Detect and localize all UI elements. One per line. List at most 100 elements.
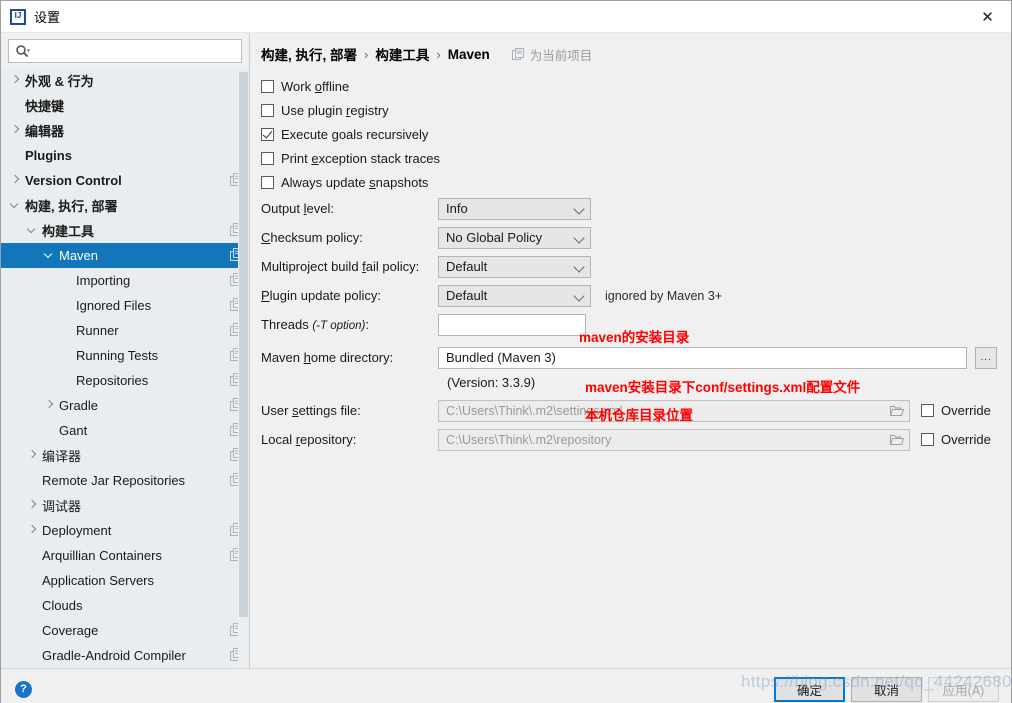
sidebar-item-repositories[interactable]: Repositories [1, 368, 249, 393]
sidebar-item-label: Gant [59, 423, 88, 438]
local-repository-path-field[interactable]: C:\Users\Think\.m2\repository [438, 428, 910, 451]
sidebar-item-构建工具[interactable]: 构建工具 [1, 218, 249, 243]
chevron-down-icon[interactable] [9, 199, 22, 212]
sidebar-item-编译器[interactable]: 编译器 [1, 443, 249, 468]
sidebar-item-clouds[interactable]: Clouds [1, 593, 249, 618]
checkbox-use-plugin-registry-box[interactable] [261, 103, 274, 117]
plugin-update-policy-hint: ignored by Maven 3+ [605, 288, 723, 303]
sidebar-item-label: 编辑器 [25, 124, 65, 139]
output-level-row: Output level: Info [261, 194, 997, 223]
help-icon[interactable]: ? [15, 680, 32, 698]
checkbox-work-offline[interactable]: Work offline [261, 74, 997, 98]
plugin-update-policy-combo[interactable]: Default [438, 284, 591, 307]
sidebar-item-调试器[interactable]: 调试器 [1, 493, 249, 518]
breadcrumb-separator-icon: › [364, 46, 369, 62]
dialog-footer: ? 确定 取消 应用(A) [1, 668, 1011, 703]
chevron-down-icon [573, 260, 585, 273]
chevron-right-icon[interactable] [26, 499, 39, 512]
checkbox-work-offline-box[interactable] [261, 79, 274, 93]
local-repository-override[interactable]: Override [921, 432, 991, 447]
chevron-down-icon[interactable] [26, 224, 39, 237]
output-level-combo[interactable]: Info [438, 197, 591, 220]
sidebar-item-maven[interactable]: Maven [1, 243, 249, 268]
sidebar-item-coverage[interactable]: Coverage [1, 618, 249, 643]
breadcrumb-part-1[interactable]: 构建, 执行, 部署 [261, 44, 357, 64]
sidebar-item-plugins[interactable]: Plugins [1, 143, 249, 168]
chevron-right-icon[interactable] [9, 124, 22, 137]
user-settings-path-field[interactable]: C:\Users\Think\.m2\settings.xml [438, 399, 910, 422]
maven-home-combo[interactable]: Bundled (Maven 3) [438, 346, 968, 369]
sidebar-item-application-servers[interactable]: Application Servers [1, 568, 249, 593]
checkbox-print-exception-stack-traces[interactable]: Print exception stack traces [261, 146, 997, 170]
search-container [1, 33, 249, 68]
checkbox-execute-goals-recursively-label: Execute goals recursively [281, 126, 429, 142]
sidebar-scrollbar-thumb[interactable] [239, 72, 248, 617]
local-repository-override-checkbox[interactable] [921, 433, 934, 446]
search-box[interactable] [8, 39, 242, 63]
dialog-buttons: 确定 取消 应用(A) [774, 676, 999, 702]
sidebar-item-running-tests[interactable]: Running Tests [1, 343, 249, 368]
settings-tree: 外观 & 行为快捷键编辑器 Plugins Version Control 构建, 执… [1, 68, 249, 668]
sidebar-item-label: Application Servers [42, 573, 154, 588]
sidebar-item-arquillian-containers[interactable]: Arquillian Containers [1, 543, 249, 568]
chevron-right-icon[interactable] [9, 174, 22, 187]
sidebar-item-importing[interactable]: Importing [1, 268, 249, 293]
chevron-down-icon [573, 289, 585, 302]
checkbox-always-update-snapshots[interactable]: Always update snapshots [261, 170, 997, 194]
sidebar-item-编辑器[interactable]: 编辑器 [1, 118, 249, 143]
checkbox-execute-goals-recursively[interactable]: Execute goals recursively [261, 122, 997, 146]
sidebar-item-label: Version Control [25, 173, 122, 188]
sidebar-item-version-control[interactable]: Version Control [1, 168, 249, 193]
breadcrumb-separator-icon: › [436, 46, 441, 62]
user-settings-override[interactable]: Override [921, 403, 991, 418]
local-repository-row: Local repository: C:\Users\Think\.m2\rep… [261, 425, 997, 454]
chevron-right-icon[interactable] [26, 449, 39, 462]
checkbox-print-exception-stack-traces-label: Print exception stack traces [281, 150, 440, 166]
checksum-policy-combo[interactable]: No Global Policy [438, 226, 591, 249]
checkbox-always-update-snapshots-box[interactable] [261, 175, 274, 189]
multiproject-build-fail-policy-combo[interactable]: Default [438, 255, 591, 278]
maven-checkbox-group: Work offline Use plugin registry Execute g… [261, 74, 997, 194]
sidebar-item-gradle[interactable]: Gradle [1, 393, 249, 418]
breadcrumb-part-3: Maven [447, 46, 490, 62]
sidebar-item-快捷键[interactable]: 快捷键 [1, 93, 249, 118]
user-settings-override-checkbox[interactable] [921, 404, 934, 417]
sidebar-item-外观-行为[interactable]: 外观 & 行为 [1, 68, 249, 93]
output-level-label: Output level: [261, 201, 334, 216]
checkbox-print-exception-stack-traces-box[interactable] [261, 151, 274, 165]
project-scope-icon [511, 47, 524, 60]
intellij-idea-icon [10, 8, 26, 25]
maven-home-browse-button[interactable]: ... [975, 346, 997, 369]
title-bar: 设置 ✕ [1, 1, 1011, 33]
threads-input[interactable] [438, 313, 586, 336]
sidebar-item-ignored-files[interactable]: Ignored Files [1, 293, 249, 318]
chevron-right-icon[interactable] [43, 399, 56, 412]
sidebar-item-remote-jar-repositories[interactable]: Remote Jar Repositories [1, 468, 249, 493]
chevron-down-icon[interactable] [43, 249, 56, 262]
cancel-button[interactable]: 取消 [851, 676, 922, 702]
search-input[interactable] [30, 44, 241, 58]
sidebar-scrollbar-track[interactable] [238, 68, 249, 668]
checkbox-use-plugin-registry[interactable]: Use plugin registry [261, 98, 997, 122]
local-repository-label: Local repository: [261, 432, 357, 447]
breadcrumb-part-2[interactable]: 构建工具 [375, 44, 429, 64]
close-icon[interactable]: ✕ [965, 2, 1010, 31]
breadcrumb: 构建, 执行, 部署 › 构建工具 › Maven 为当前项目 [261, 44, 997, 64]
sidebar-item-构建-执行-部署[interactable]: 构建, 执行, 部署 [1, 193, 249, 218]
sidebar-item-label: 快捷键 [25, 99, 65, 114]
ok-button[interactable]: 确定 [774, 676, 845, 702]
multiproject-build-fail-policy-value: Default [446, 259, 488, 274]
sidebar-item-runner[interactable]: Runner [1, 318, 249, 343]
sidebar-item-gant[interactable]: Gant [1, 418, 249, 443]
sidebar-item-deployment[interactable]: Deployment [1, 518, 249, 543]
sidebar-item-gradle-android-compiler[interactable]: Gradle-Android Compiler [1, 643, 249, 668]
chevron-right-icon[interactable] [9, 74, 22, 87]
checkbox-execute-goals-recursively-box[interactable] [261, 127, 274, 141]
chevron-right-icon[interactable] [26, 524, 39, 537]
